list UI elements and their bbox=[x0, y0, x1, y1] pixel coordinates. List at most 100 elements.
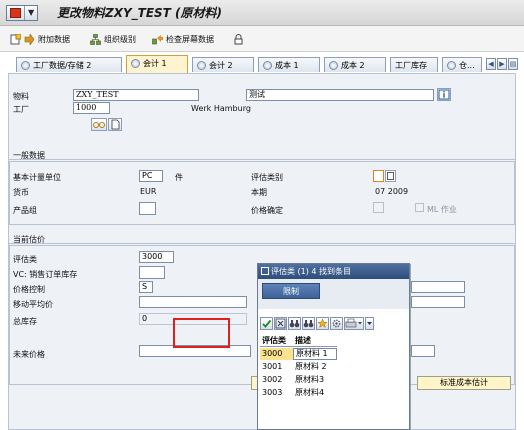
standard-cost-estimate-button[interactable]: 标准成本估计 bbox=[417, 376, 511, 390]
valuation-class-code: 3003 bbox=[262, 388, 283, 397]
price-unit-field[interactable] bbox=[411, 281, 465, 293]
currency-label: 货币 bbox=[13, 188, 29, 197]
material-field[interactable]: ZXY_TEST bbox=[73, 89, 199, 101]
valuation-category-field[interactable] bbox=[373, 170, 384, 182]
glasses-button[interactable] bbox=[91, 118, 107, 131]
current-period-label: 本期 bbox=[251, 188, 267, 197]
valuation-class-field[interactable]: 3000 bbox=[139, 251, 174, 263]
tab-status-icon bbox=[447, 61, 456, 70]
gear-icon bbox=[332, 319, 341, 328]
valuation-class-description: 原材料 2 bbox=[295, 362, 327, 371]
tab-costing-1[interactable]: 成本 1 bbox=[258, 57, 320, 72]
plant-name: Werk Hamburg bbox=[191, 104, 251, 113]
tab-accounting-1[interactable]: 会计 1 bbox=[126, 55, 188, 73]
settings-button[interactable] bbox=[330, 317, 343, 330]
glasses-icon bbox=[93, 122, 105, 128]
tab-plant-stock[interactable]: 工厂库存 bbox=[390, 57, 438, 72]
moving-average-price-field[interactable] bbox=[139, 296, 247, 308]
valuation-class-code: 3000 bbox=[260, 348, 293, 360]
info-icon bbox=[438, 89, 450, 100]
document-icon bbox=[111, 119, 120, 130]
print-list-button[interactable] bbox=[344, 317, 364, 330]
price-determination-label: 价格确定 bbox=[251, 206, 283, 215]
new-document-button[interactable] bbox=[108, 118, 122, 131]
tab-list-button[interactable]: ▤ bbox=[508, 58, 518, 70]
cancel-button[interactable] bbox=[274, 317, 287, 330]
plant-field[interactable]: 1000 bbox=[73, 102, 110, 114]
table-row[interactable]: 3003 原材料4 bbox=[260, 387, 340, 399]
check-data-icon bbox=[152, 34, 163, 44]
tab-accounting-2[interactable]: 会计 2 bbox=[192, 57, 254, 72]
additional-data-button[interactable]: 附加数据 bbox=[24, 32, 70, 46]
division-label: 产品组 bbox=[13, 206, 37, 215]
search-help-icon bbox=[387, 172, 394, 180]
column-header-valuation-class[interactable]: 评估类 bbox=[262, 335, 286, 346]
valuation-class-code: 3002 bbox=[262, 375, 283, 384]
ml-active-label: ML 作业 bbox=[427, 205, 457, 214]
sort-star-icon bbox=[317, 318, 328, 329]
total-stock-label: 总库存 bbox=[13, 317, 37, 326]
column-header-description[interactable]: 描述 bbox=[295, 335, 311, 346]
standard-price-field[interactable] bbox=[411, 296, 465, 308]
future-price-date-field[interactable] bbox=[411, 345, 435, 357]
chevron-down-icon bbox=[367, 322, 372, 325]
general-data-header: 一般数据 bbox=[9, 150, 515, 160]
valuation-class-code: 3001 bbox=[262, 362, 283, 371]
create-button[interactable] bbox=[10, 32, 24, 46]
popup-tab-area: 限制 bbox=[258, 279, 409, 309]
table-row[interactable]: 3001 原材料 2 bbox=[260, 361, 340, 373]
org-levels-icon bbox=[90, 33, 101, 45]
tab-scroll-right-button[interactable]: ▶ bbox=[497, 58, 507, 70]
printer-icon bbox=[345, 318, 362, 328]
moving-average-price-label: 移动平均价 bbox=[13, 300, 53, 309]
tab-status-icon bbox=[131, 59, 140, 68]
print-button[interactable] bbox=[233, 32, 247, 46]
tab-warehouse[interactable]: 仓... bbox=[442, 57, 482, 72]
price-determination-field bbox=[373, 202, 384, 213]
vc-sales-order-stock-field[interactable] bbox=[139, 266, 165, 279]
binoculars-icon bbox=[289, 320, 300, 328]
currency-value: EUR bbox=[140, 187, 157, 196]
tab-costing-2[interactable]: 成本 2 bbox=[324, 57, 386, 72]
highlight-box bbox=[173, 318, 230, 348]
tab-status-icon bbox=[263, 61, 272, 70]
valuation-category-label: 评估类别 bbox=[251, 173, 283, 182]
chevron-down-icon: ▼ bbox=[28, 8, 35, 17]
price-control-field[interactable]: S bbox=[139, 281, 153, 293]
table-row[interactable]: 3000 原材料 1 bbox=[260, 348, 340, 360]
close-icon bbox=[275, 318, 286, 329]
material-label: 物料 bbox=[13, 92, 29, 101]
tab-plant-data-storage-2[interactable]: 工厂数据/存储 2 bbox=[16, 57, 122, 72]
popup-toolbar bbox=[260, 317, 395, 331]
create-icon bbox=[10, 33, 21, 44]
more-button[interactable] bbox=[365, 317, 374, 330]
system-menu-button[interactable]: ▼ bbox=[6, 5, 38, 21]
binoculars-plus-icon bbox=[303, 320, 314, 328]
valuation-class-description: 原材料4 bbox=[295, 388, 325, 397]
valuation-class-label: 评估类 bbox=[13, 255, 37, 264]
vc-sales-order-stock-label: VC: 销售订单库存 bbox=[13, 270, 78, 279]
current-valuation-header: 当前估价 bbox=[9, 234, 515, 244]
tab-restrictions[interactable]: 限制 bbox=[262, 283, 320, 299]
check-screen-data-button[interactable]: 检查屏幕数据 bbox=[152, 32, 214, 46]
future-price-label: 未来价格 bbox=[13, 350, 45, 359]
base-uom-text: 件 bbox=[175, 173, 183, 182]
sort-button[interactable] bbox=[316, 317, 329, 330]
valuation-category-f4-button[interactable] bbox=[385, 170, 396, 182]
org-levels-button[interactable]: 组织级别 bbox=[90, 32, 136, 46]
division-field[interactable] bbox=[139, 202, 156, 215]
info-button[interactable] bbox=[437, 88, 451, 101]
table-row[interactable]: 3002 原材料3 bbox=[260, 374, 340, 386]
window-title: 更改物料ZXY_TEST (原材料) bbox=[57, 6, 223, 20]
valuation-class-description: 原材料3 bbox=[295, 375, 325, 384]
material-description-field[interactable]: 测试 bbox=[246, 89, 434, 101]
popup-title-bar: 评估类 (1) 4 找到条目 bbox=[258, 264, 409, 279]
application-toolbar: 附加数据 组织级别 检查屏幕数据 bbox=[0, 26, 524, 52]
popup-window-icon bbox=[261, 267, 269, 275]
tab-scroll-left-button[interactable]: ◀ bbox=[486, 58, 496, 70]
sap-icon bbox=[10, 8, 21, 18]
find-next-button[interactable] bbox=[302, 317, 315, 330]
confirm-button[interactable] bbox=[260, 317, 273, 330]
base-uom-field[interactable]: PC bbox=[139, 170, 163, 182]
find-button[interactable] bbox=[288, 317, 301, 330]
